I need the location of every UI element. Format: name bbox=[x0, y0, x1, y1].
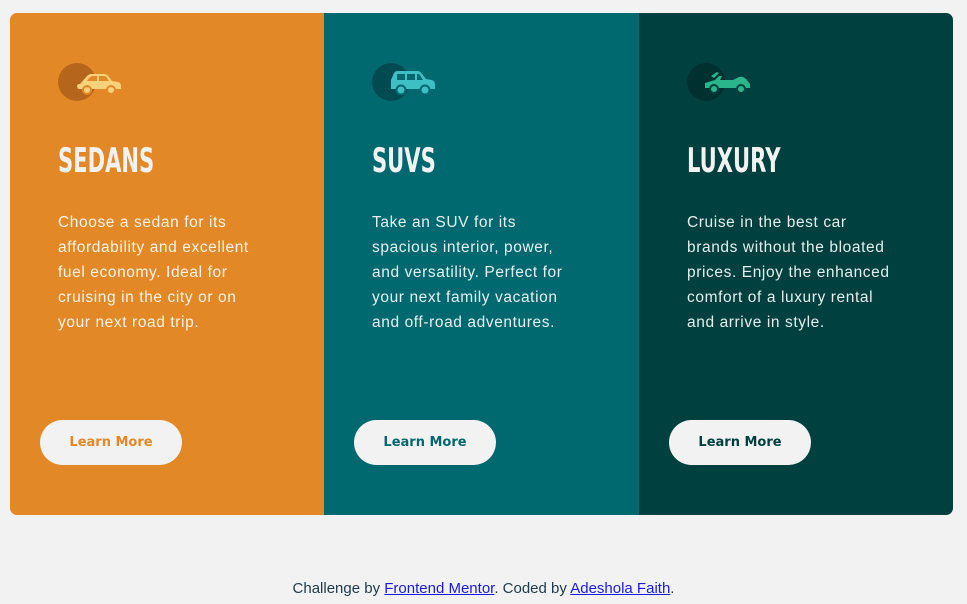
suv-icon-wrap bbox=[372, 63, 452, 103]
convertible-car-icon bbox=[705, 72, 750, 94]
attribution: Challenge by Frontend Mentor. Coded by A… bbox=[0, 580, 967, 597]
card-description: Take an SUV for its spacious interior, p… bbox=[372, 214, 563, 331]
card-suvs: SUVs Take an SUV for its spacious interi… bbox=[324, 13, 639, 515]
car-cards-container: Sedans Choose a sedan for its affordabil… bbox=[10, 13, 953, 515]
card-sedans: Sedans Choose a sedan for its affordabil… bbox=[10, 13, 324, 515]
sedan-car-icon bbox=[77, 74, 121, 95]
card-title: Luxury bbox=[687, 141, 781, 181]
card-description: Cruise in the best car brands without th… bbox=[687, 214, 890, 331]
learn-more-button[interactable]: Learn More bbox=[669, 420, 811, 465]
learn-more-button[interactable]: Learn More bbox=[40, 420, 182, 465]
card-description: Choose a sedan for its affordability and… bbox=[58, 214, 249, 331]
card-title: Sedans bbox=[58, 141, 155, 181]
learn-more-button[interactable]: Learn More bbox=[354, 420, 496, 465]
card-title: SUVs bbox=[372, 141, 436, 181]
luxury-icon-wrap bbox=[687, 63, 767, 103]
suv-car-icon bbox=[391, 71, 435, 96]
sedan-icon-wrap bbox=[58, 63, 138, 103]
attribution-suffix: . bbox=[670, 580, 675, 597]
card-luxury: Luxury Cruise in the best car brands wit… bbox=[639, 13, 953, 515]
author-link[interactable]: Adeshola Faith bbox=[570, 580, 670, 597]
attribution-middle: . Coded by bbox=[494, 580, 571, 597]
attribution-prefix: Challenge by bbox=[292, 580, 385, 597]
frontend-mentor-link[interactable]: Frontend Mentor bbox=[384, 580, 494, 597]
